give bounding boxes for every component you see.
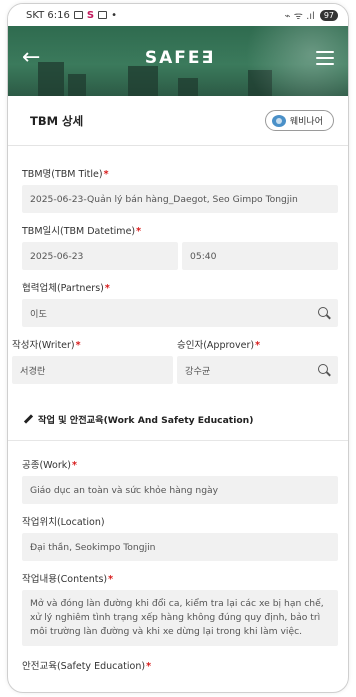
webinar-label: 웨비나어 — [289, 117, 323, 127]
gallery-icon — [73, 11, 83, 19]
writer-label: 작성자(Writer)* — [12, 340, 81, 351]
pencil-icon — [24, 415, 33, 424]
datetime-row: 2025-06-23 05:40 — [22, 242, 338, 270]
phone-frame: SKT 6:16 S • ⌁ ᯤ .ıl 97 ← SAFE∃ TBM 상세 웨… — [7, 3, 349, 693]
notification-icon — [98, 11, 108, 19]
approver-field[interactable]: 강수균 — [177, 356, 338, 384]
approver-search-icon[interactable] — [316, 362, 332, 378]
time-field[interactable]: 05:40 — [182, 242, 338, 270]
work-field[interactable]: Giáo dục an toàn và sức khỏe hàng ngày — [22, 476, 338, 504]
contents-label: 작업내용(Contents)* — [22, 574, 114, 585]
tbm-title-label: TBM명(TBM Title)* — [22, 169, 109, 180]
page-title: TBM 상세 — [30, 113, 84, 128]
approver-label: 승인자(Approver)* — [177, 340, 261, 351]
tbm-datetime-label: TBM일시(TBM Datetime)* — [22, 226, 142, 237]
title-bar: TBM 상세 웨비나어 — [8, 96, 348, 146]
writer-approver-row: 작성자(Writer)* 서경란 승인자(Approver)* 강수균 — [12, 327, 338, 384]
contents-field[interactable]: Mở và đóng làn đường khi đổi ca, kiểm tr… — [22, 590, 338, 646]
work-label: 공종(Work)* — [22, 460, 77, 471]
section-header: 작업 및 안전교육(Work And Safety Education) — [8, 394, 348, 441]
status-bar: SKT 6:16 S • ⌁ ᯤ .ıl 97 — [8, 4, 348, 26]
location-label: 작업위치(Location) — [22, 517, 105, 528]
partners-field[interactable]: 이도 — [22, 299, 338, 327]
tbm-title-field[interactable]: 2025-06-23-Quản lý bán hàng_Daegot, Seo … — [22, 185, 338, 213]
writer-field[interactable]: 서경란 — [12, 356, 173, 384]
battery-icon: 97 — [319, 9, 338, 21]
location-field[interactable]: Đại thần, Seokimpo Tongjin — [22, 533, 338, 561]
tbm-title-value: 2025-06-23-Quản lý bán hàng_Daegot, Seo … — [30, 193, 298, 205]
hamburger-menu-icon[interactable] — [315, 51, 334, 65]
safety-label: 안전교육(Safety Education)* — [22, 661, 152, 672]
dot-icon: • — [111, 9, 117, 21]
webinar-button[interactable]: 웨비나어 — [264, 110, 334, 131]
webinar-icon — [271, 114, 286, 127]
back-arrow-icon[interactable]: ← — [22, 47, 44, 69]
app-header: ← SAFE∃ — [8, 26, 348, 96]
app-logo: SAFE∃ — [144, 48, 216, 68]
form-content: TBM명(TBM Title)* 2025-06-23-Quản lý bán … — [8, 166, 348, 672]
status-time: SKT 6:16 — [26, 9, 70, 21]
s-app-icon: S — [86, 9, 95, 21]
date-field[interactable]: 2025-06-23 — [22, 242, 178, 270]
partners-label: 협력업체(Partners)* — [22, 283, 110, 294]
partners-search-icon[interactable] — [316, 305, 332, 321]
signal-icons: ⌁ ᯤ .ıl — [284, 11, 315, 22]
